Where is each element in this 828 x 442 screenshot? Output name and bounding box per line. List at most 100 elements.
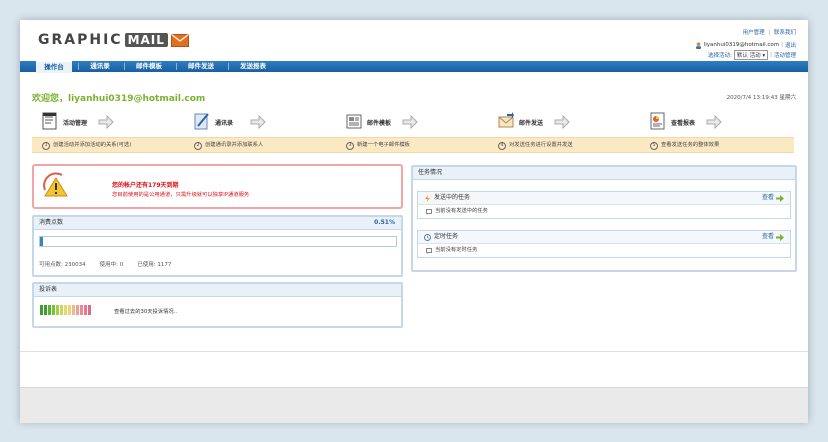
edit-doc-icon [42,112,57,130]
logout-link[interactable]: 退出 [785,41,796,49]
view-label: 查看 [761,233,774,240]
panel-header: 投诉表 [34,284,401,297]
header: GRAPHIC MAIL 用户管理 | 联系我们 liyanhui0319@ho… [20,20,808,60]
logo-word: GRAPHIC [38,32,123,48]
credits-progress-bar [39,236,397,247]
tab-contacts[interactable]: 通讯录 [82,61,118,72]
expiry-alert: 您的帐户还有179天到期 您目前使用的是公用通道，只需升级就可以独享IP通道服务 [32,164,403,209]
separator: | [770,52,772,58]
sub-title: 定时任务 [434,233,459,240]
campaign-label: 选择活动: [708,53,732,59]
lightning-icon [425,194,430,202]
step-label: 活动管理 [63,120,88,127]
view-sending-button[interactable]: 查看 [762,192,784,204]
user-info: liyanhui0319@hotmail.com | 退出 [695,41,796,49]
panel-header: 任务情况 [413,167,795,180]
tasks-panel: 任务情况 发送中的任务 查看 当前没有发送中的任务 定时任务 查看 当前没有定时… [411,165,797,272]
step-number: 3 [346,141,354,150]
sub-body: 当前没有定时任务 [418,244,790,257]
gauge-bar [64,305,67,315]
nav-divider [78,63,79,70]
gauge-bar [56,305,59,315]
user-icon [695,41,701,49]
credits-stats: 可用点数: 230034 使用中: 0 已使用: 1177 [39,260,171,268]
step-reports[interactable]: 查看报表 [640,106,792,137]
panel-header: 消费点数 0.51% [34,217,401,230]
view-timed-button[interactable]: 查看 [762,231,784,243]
sending-tasks: 发送中的任务 查看 当前没有发送中的任务 [417,191,791,219]
message-icon [426,208,432,215]
credits-panel: 消费点数 0.51% 可用点数: 230034 使用中: 0 已使用: 1177 [32,215,403,277]
chevron-down-icon: ▾ [762,53,766,59]
gauge-bar [88,305,91,315]
used-credits: 已使用: 1177 [137,260,171,268]
gauge-bar [84,305,87,315]
clock-icon [424,233,431,241]
steps-desc-row: 1 创建活动并添加活动的关系(可选) 2 创建通讯录并添加联系人 3 新建一个电子邮件… [32,137,794,153]
main-nav: 操作台 通讯录 邮件模板 邮件发送 发送报表 [20,61,808,73]
gauge-bar [60,305,63,315]
step-templates[interactable]: 邮件模板 [336,106,488,137]
nav-divider [176,63,177,70]
arrow-right-icon [98,115,114,129]
campaign-manage-link[interactable]: 活动管理 [774,51,796,59]
complaint-panel: 投诉表 查看过去的30天投诉情况.. [32,282,403,328]
envelope-logo-icon [170,33,189,47]
step-label: 查看报表 [671,120,696,127]
user-manage-link[interactable]: 用户管理 [743,30,765,36]
stat-label: 可用点数: [39,262,63,268]
step-desc-text: 创建通讯录并添加联系人 [205,142,264,148]
nav-divider [124,63,125,70]
datetime: 2020/7/4 13:19:43 星期六 [726,95,796,101]
in-use-credits: 使用中: 0 [100,260,124,268]
divider [20,351,808,352]
panel-title: 任务情况 [418,169,443,176]
stat-label: 已使用: [137,262,156,268]
campaign-select[interactable]: 默认 活动 ▾ [733,50,769,60]
gauge-bar [48,305,51,315]
sub-header: 定时任务 查看 [418,231,790,244]
tab-templates[interactable]: 邮件模板 [128,61,170,72]
gauge-bar [52,305,55,315]
warning-icon [43,172,68,197]
alert-title: 您的帐户还有179天到期 [112,182,179,189]
message-icon [426,247,432,254]
campaign-selector: 选择活动: 默认 活动 ▾ | 活动管理 [708,50,796,60]
timed-tasks: 定时任务 查看 当前没有定时任务 [417,230,791,258]
step-desc: 3 新建一个电子邮件模板 [346,141,410,150]
step-campaign[interactable]: 活动管理 [32,106,184,137]
sub-header: 发送中的任务 查看 [418,192,790,205]
workflow-steps: 活动管理 通讯录 邮件模板 邮件发送 查看报表 1 创建活动并添加活动的关系(可… [32,106,794,158]
usage-percent: 0.51% [374,219,395,226]
step-desc: 5 查看发送任务的整体效果 [650,141,719,150]
footer [20,387,808,423]
complaint-text[interactable]: 查看过去的30天投诉情况.. [114,307,177,315]
progress-fill [40,237,43,246]
contact-us-link[interactable]: 联系我们 [774,30,796,36]
tab-reports[interactable]: 发送报表 [232,61,274,72]
empty-text: 当前没有发送中的任务 [435,208,488,214]
campaign-value: 默认 活动 [736,53,761,59]
view-label: 查看 [761,194,774,201]
tab-dashboard[interactable]: 操作台 [36,61,72,73]
gauge-bar [76,305,79,315]
step-send[interactable]: 邮件发送 [488,106,640,137]
link-separator: | [768,30,771,36]
tab-send[interactable]: 邮件发送 [180,61,222,72]
graphicmail-logo[interactable]: GRAPHIC MAIL [38,32,189,48]
step-label: 邮件发送 [519,120,544,127]
arrow-right-icon [776,194,784,202]
step-desc: 4 对发送任务进行设置并发送 [498,141,573,150]
app-window: GRAPHIC MAIL 用户管理 | 联系我们 liyanhui0319@ho… [20,20,808,423]
arrow-right-icon [554,115,570,129]
arrow-right-icon [776,233,784,241]
step-number: 1 [42,141,50,150]
step-number: 4 [498,141,506,150]
step-desc-text: 对发送任务进行设置并发送 [509,142,573,148]
available-credits: 可用点数: 230034 [39,260,86,268]
step-contacts[interactable]: 通讯录 [184,106,336,137]
step-desc: 2 创建通讯录并添加联系人 [194,141,263,150]
empty-text: 当前没有定时任务 [435,247,478,253]
nav-divider [228,63,229,70]
gauge-bar [44,305,47,315]
